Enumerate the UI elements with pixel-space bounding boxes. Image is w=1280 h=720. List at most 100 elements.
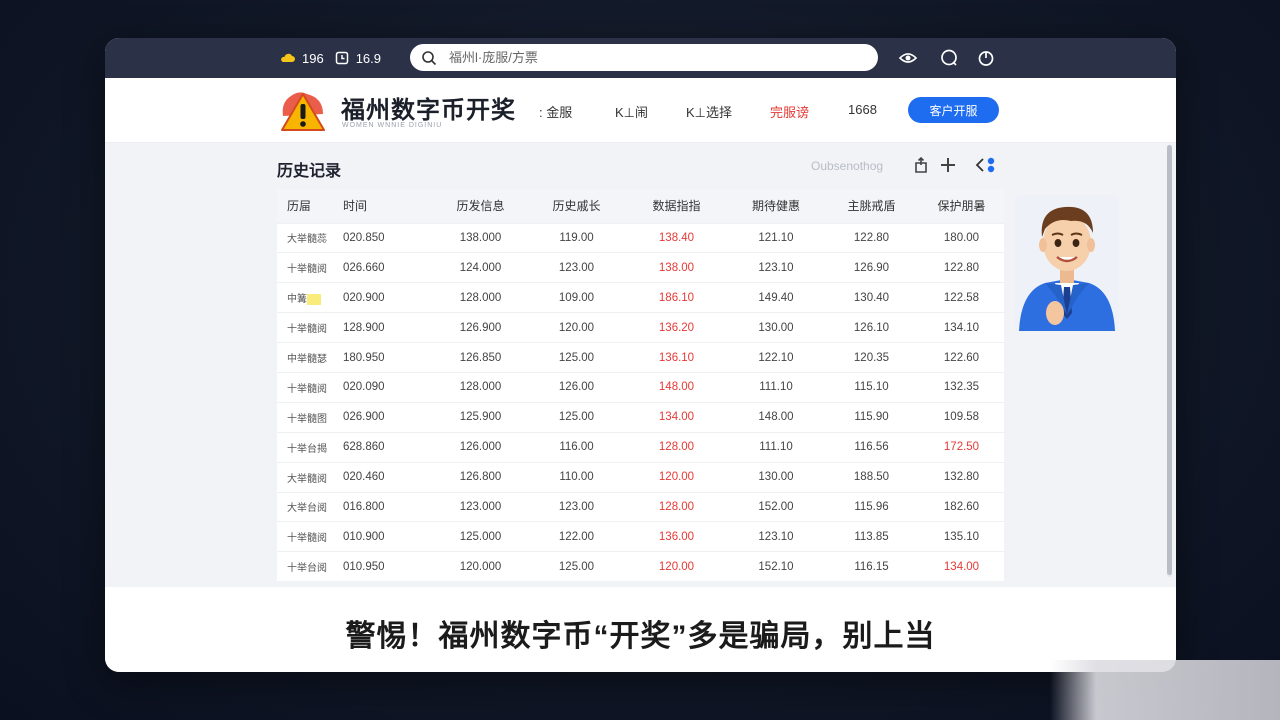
cell-text: 123.000 bbox=[459, 500, 502, 513]
cell-text: 119.00 bbox=[559, 231, 594, 244]
table-cell: 十举髓阅 bbox=[277, 253, 343, 283]
nav-item-2[interactable]: K⊥闹 bbox=[615, 102, 648, 121]
cell-text: 115.90 bbox=[854, 411, 889, 424]
column-header[interactable]: 历发信息 bbox=[433, 189, 528, 223]
column-header[interactable]: 数据指指 bbox=[625, 189, 728, 223]
column-header[interactable]: 主脁戒盾 bbox=[824, 189, 919, 223]
column-header[interactable]: 历屇 bbox=[277, 189, 343, 223]
table-cell: 126.10 bbox=[824, 313, 919, 343]
table-row[interactable]: 大举髓阅 020.460 126.800 110.00 120.00 130.00 188.… bbox=[277, 462, 1004, 492]
table-cell: 123.10 bbox=[728, 253, 824, 283]
cell-text: 152.10 bbox=[758, 560, 794, 573]
table-row[interactable]: 十举台阅 010.950 120.000 125.00 120.00 152.10 116.… bbox=[277, 551, 1004, 582]
cell-text: 120.000 bbox=[459, 560, 502, 573]
brand-title: 福州数字币开奖 bbox=[341, 97, 516, 124]
cell-text: 128.00 bbox=[658, 441, 695, 454]
nav-item-5[interactable]: 1668 bbox=[848, 102, 877, 117]
table-cell: 148.00 bbox=[625, 372, 728, 402]
vertical-scrollbar[interactable] bbox=[1167, 145, 1172, 577]
status-value-b: 16.9 bbox=[355, 50, 382, 66]
table-cell: 180.00 bbox=[919, 223, 1004, 253]
cell-text: 大举髓阅 bbox=[287, 473, 327, 485]
cell-text: 138.00 bbox=[658, 261, 695, 274]
table-cell: 128.00 bbox=[625, 492, 728, 522]
table-cell: 152.10 bbox=[728, 552, 824, 582]
cell-text: 136.10 bbox=[658, 351, 695, 364]
cell-text: 120.00 bbox=[658, 560, 695, 573]
column-header[interactable]: 时间 bbox=[343, 189, 433, 223]
table-row[interactable]: 大举台阅 016.800 123.000 123.00 128.00 152.00 115.… bbox=[277, 492, 1004, 522]
open-account-button[interactable]: 客户开服 bbox=[908, 97, 999, 123]
table-cell: 十举髓图 bbox=[277, 402, 343, 432]
add-icon[interactable] bbox=[939, 156, 957, 174]
table-row[interactable]: 中篝 020.900 128.000 109.00 186.10 149.40 130.4… bbox=[277, 282, 1004, 313]
search-input[interactable] bbox=[447, 49, 851, 66]
cell-text: 125.00 bbox=[558, 411, 595, 424]
cell-text: 180.950 bbox=[343, 351, 385, 364]
table-cell: 122.10 bbox=[728, 343, 824, 373]
table-cell: 125.00 bbox=[528, 552, 625, 582]
table-cell: 188.50 bbox=[824, 462, 919, 492]
table-cell: 120.00 bbox=[625, 552, 728, 582]
table-row[interactable]: 十举髓阅 020.090 128.000 126.00 148.00 111.10 115.… bbox=[277, 372, 1004, 402]
table-cell: 182.60 bbox=[919, 492, 1004, 522]
advisor-avatar bbox=[1015, 195, 1119, 331]
table-cell: 十举台揭 bbox=[277, 432, 343, 462]
cell-text: 126.90 bbox=[853, 261, 890, 274]
cell-text: 020.090 bbox=[343, 381, 385, 394]
table-row[interactable]: 大举髓蕊 020.850 138.000 119.00 138.40 121.10 122.… bbox=[277, 223, 1004, 253]
table-row[interactable]: 中举髓瑟 180.950 126.850 125.00 136.10 122.10 120.… bbox=[277, 342, 1004, 373]
table-cell: 120.35 bbox=[824, 343, 919, 373]
table-row[interactable]: 十举台揭 628.860 126.000 116.00 128.00 111.10 116.… bbox=[277, 432, 1004, 462]
app-window: 196 16.9 福州l·庞服/方票 福州数字币开奖 WOMEN WNNIE D… bbox=[105, 38, 1176, 672]
nav-item-3[interactable]: K⊥选择 bbox=[686, 102, 732, 121]
table-cell: 111.10 bbox=[728, 372, 824, 402]
nav-item-4[interactable]: 完服谤 bbox=[770, 102, 809, 121]
share-icon[interactable] bbox=[912, 156, 930, 174]
eye-icon[interactable] bbox=[898, 48, 918, 68]
table-cell: 109.00 bbox=[528, 283, 625, 313]
cell-text: 123.10 bbox=[758, 261, 794, 274]
chat-icon[interactable] bbox=[939, 48, 959, 68]
scrollbar-thumb[interactable] bbox=[1167, 145, 1172, 575]
cell-text: 132.35 bbox=[943, 381, 980, 394]
table-row[interactable]: 十举髓阅 010.900 125.000 122.00 136.00 123.10 113.… bbox=[277, 521, 1004, 552]
table-cell: 010.900 bbox=[343, 522, 433, 552]
collapse-nodes-icon[interactable] bbox=[974, 156, 998, 174]
cell-text: 138.40 bbox=[658, 231, 695, 244]
cell-text: 016.800 bbox=[343, 500, 385, 513]
table-cell: 十举髓阅 bbox=[277, 522, 343, 552]
power-icon[interactable] bbox=[976, 48, 996, 68]
cell-text: 125.00 bbox=[558, 560, 595, 573]
table-cell: 132.80 bbox=[919, 462, 1004, 492]
table-row[interactable]: 十举髓图 026.900 125.900 125.00 134.00 148.00 115.… bbox=[277, 402, 1004, 432]
column-header[interactable]: 期待健惠 bbox=[728, 189, 824, 223]
table-cell: 138.000 bbox=[433, 223, 528, 253]
table-cell: 128.000 bbox=[433, 372, 528, 402]
table-body: 大举髓蕊 020.850 138.000 119.00 138.40 121.10 122.… bbox=[277, 223, 1004, 582]
table-row[interactable]: 十举髓阅 128.900 126.900 120.00 136.20 130.00 126.… bbox=[277, 312, 1004, 343]
table-row[interactable]: 十举髓阅 026.660 124.000 123.00 138.00 123.10 126.… bbox=[277, 252, 1004, 283]
cell-text: 125.00 bbox=[558, 351, 595, 364]
table-cell: 120.00 bbox=[528, 313, 625, 343]
cell-text: 182.60 bbox=[943, 500, 980, 513]
table-cell: 126.800 bbox=[433, 462, 528, 492]
table-cell: 126.000 bbox=[433, 432, 528, 462]
table-cell: 128.900 bbox=[343, 313, 433, 343]
table-cell: 110.00 bbox=[528, 462, 625, 492]
cell-text: 134.00 bbox=[943, 560, 980, 573]
table-cell: 135.10 bbox=[919, 522, 1004, 552]
table-cell: 149.40 bbox=[728, 283, 824, 313]
column-header[interactable]: 历史戚长 bbox=[528, 189, 625, 223]
cell-text: 628.860 bbox=[343, 441, 385, 454]
column-header[interactable]: 保护朋暑 bbox=[919, 189, 1004, 223]
cell-text: 111.10 bbox=[759, 381, 793, 394]
main-content: 历史记录 Oubsenothog 历屇 时间 历发信息 历史戚长 数据指指 期待… bbox=[105, 143, 1176, 587]
table-cell: 124.000 bbox=[433, 253, 528, 283]
cell-text: 126.10 bbox=[853, 321, 890, 334]
brand-subtitle: WOMEN WNNIE DIGINIU bbox=[342, 122, 443, 129]
table-cell: 125.00 bbox=[528, 343, 625, 373]
table-cell: 115.10 bbox=[824, 372, 919, 402]
search-bar[interactable] bbox=[410, 44, 878, 71]
nav-item-1[interactable]: : 金服 bbox=[539, 102, 572, 121]
